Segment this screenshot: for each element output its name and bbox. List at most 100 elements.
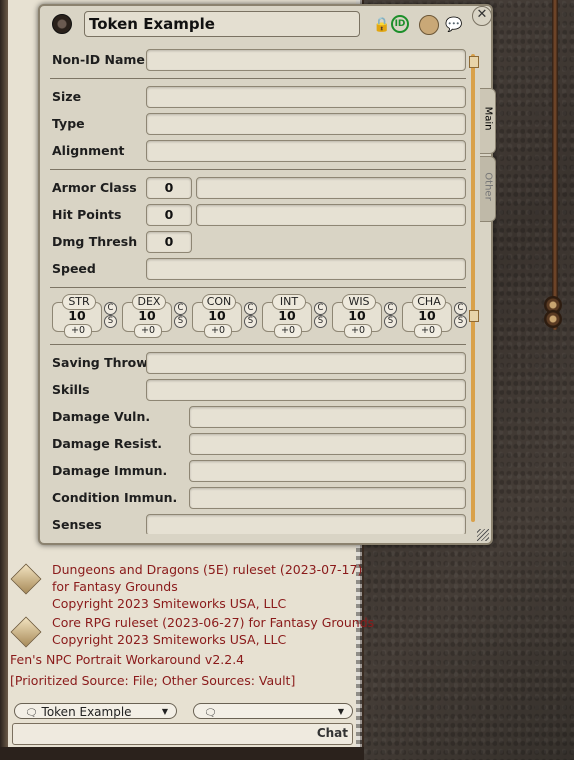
chat-message-text: Dungeons and Dragons (5E) ruleset (2023-… bbox=[52, 561, 362, 612]
armor-class-desc-field[interactable] bbox=[196, 177, 466, 199]
check-button[interactable]: C bbox=[244, 302, 257, 315]
resize-handle[interactable] bbox=[477, 529, 489, 541]
check-button[interactable]: C bbox=[174, 302, 187, 315]
ability-score[interactable]: 10 bbox=[402, 308, 452, 323]
size-field[interactable] bbox=[146, 86, 466, 108]
npc-sheet-window: Token Example 🔒 ID 💬 ✕ Non-ID Name Size … bbox=[38, 4, 496, 545]
damage-immun-label: Damage Immun. bbox=[52, 463, 168, 478]
speech-bubble-icon[interactable]: 💬 bbox=[445, 16, 463, 34]
check-button[interactable]: C bbox=[104, 302, 117, 315]
ability-score[interactable]: 10 bbox=[52, 308, 102, 323]
chat-message: [Prioritized Source: File; Other Sources… bbox=[10, 672, 295, 689]
ability-modifier[interactable]: +0 bbox=[64, 324, 92, 338]
damage-vuln-field[interactable] bbox=[189, 406, 466, 428]
armor-class-value[interactable]: 0 bbox=[146, 177, 192, 199]
npc-name-field[interactable]: Token Example bbox=[84, 11, 360, 37]
damage-immun-field[interactable] bbox=[189, 460, 466, 482]
divider bbox=[50, 169, 466, 170]
divider bbox=[50, 344, 466, 345]
alignment-field[interactable] bbox=[146, 140, 466, 162]
saving-throws-label: Saving Throws bbox=[52, 355, 156, 370]
row-damage-resist: Damage Resist. bbox=[44, 432, 472, 456]
ability-modifier[interactable]: +0 bbox=[344, 324, 372, 338]
armor-class-label: Armor Class bbox=[52, 180, 137, 195]
ability-cha: CHA 10 +0 C S bbox=[402, 294, 472, 338]
portrait-icon[interactable] bbox=[52, 14, 72, 34]
check-button[interactable]: C bbox=[454, 302, 467, 315]
save-button[interactable]: S bbox=[314, 315, 327, 328]
check-button[interactable]: C bbox=[314, 302, 327, 315]
type-field[interactable] bbox=[146, 113, 466, 135]
dice-icon bbox=[10, 563, 42, 595]
condition-immun-label: Condition Immun. bbox=[52, 490, 178, 505]
ability-score[interactable]: 10 bbox=[262, 308, 312, 323]
chat-line: Fen's NPC Portrait Workaround v2.2.4 bbox=[10, 652, 245, 667]
hit-points-value[interactable]: 0 bbox=[146, 204, 192, 226]
ability-con: CON 10 +0 C S bbox=[192, 294, 262, 338]
hit-points-desc-field[interactable] bbox=[196, 204, 466, 226]
save-button[interactable]: S bbox=[384, 315, 397, 328]
speed-field[interactable] bbox=[146, 258, 466, 280]
alignment-label: Alignment bbox=[52, 143, 125, 158]
scrollbar[interactable] bbox=[471, 54, 475, 522]
chevron-down-icon: ▼ bbox=[161, 707, 168, 716]
ability-modifier[interactable]: +0 bbox=[134, 324, 162, 338]
chat-mode-dropdown[interactable]: 🗨 ▼ bbox=[193, 703, 353, 719]
chat-message: Dungeons and Dragons (5E) ruleset (2023-… bbox=[10, 561, 362, 612]
row-saving-throws: Saving Throws bbox=[44, 351, 472, 375]
skills-field[interactable] bbox=[146, 379, 466, 401]
non-id-name-label: Non-ID Name bbox=[52, 52, 145, 67]
chat-line: Dungeons and Dragons (5E) ruleset (2023-… bbox=[52, 562, 363, 577]
senses-field[interactable] bbox=[146, 514, 466, 534]
row-alignment: Alignment bbox=[44, 139, 472, 163]
skills-label: Skills bbox=[52, 382, 90, 397]
save-button[interactable]: S bbox=[244, 315, 257, 328]
lock-icon[interactable]: 🔒 bbox=[373, 16, 391, 34]
ability-dex: DEX 10 +0 C S bbox=[122, 294, 192, 338]
damage-resist-field[interactable] bbox=[189, 433, 466, 455]
identity-dropdown[interactable]: 🗨 Token Example ▼ bbox=[14, 703, 177, 719]
senses-label: Senses bbox=[52, 517, 102, 532]
tab-other[interactable]: Other bbox=[480, 156, 496, 222]
divider bbox=[50, 287, 466, 288]
condition-immun-field[interactable] bbox=[189, 487, 466, 509]
sheet-titlebar: Token Example 🔒 ID 💬 ✕ bbox=[40, 6, 492, 42]
token-icon[interactable] bbox=[419, 15, 439, 35]
save-button[interactable]: S bbox=[174, 315, 187, 328]
chat-send-button[interactable]: Chat bbox=[317, 726, 348, 740]
ability-modifier[interactable]: +0 bbox=[414, 324, 442, 338]
ability-modifier[interactable]: +0 bbox=[204, 324, 232, 338]
type-label: Type bbox=[52, 116, 85, 131]
saving-throws-field[interactable] bbox=[146, 352, 466, 374]
scrollbar-top-cap[interactable] bbox=[469, 56, 479, 68]
tab-main-label: Main bbox=[482, 106, 494, 131]
ability-score[interactable]: 10 bbox=[192, 308, 242, 323]
chat-line: Copyright 2023 Smiteworks USA, LLC bbox=[52, 596, 287, 611]
row-non-id-name: Non-ID Name bbox=[44, 48, 472, 72]
divider bbox=[50, 78, 466, 79]
row-armor-class: Armor Class 0 bbox=[44, 176, 472, 200]
non-id-name-field[interactable] bbox=[146, 49, 466, 71]
row-size: Size bbox=[44, 85, 472, 109]
row-condition-immun: Condition Immun. bbox=[44, 486, 472, 510]
tab-main[interactable]: Main bbox=[480, 88, 496, 154]
id-icon[interactable]: ID bbox=[391, 15, 409, 33]
save-button[interactable]: S bbox=[454, 315, 467, 328]
close-icon[interactable]: ✕ bbox=[472, 6, 492, 26]
frame-knob bbox=[544, 310, 562, 328]
ability-score[interactable]: 10 bbox=[332, 308, 382, 323]
chat-input[interactable]: Chat bbox=[12, 723, 353, 745]
chat-line: for Fantasy Grounds bbox=[52, 579, 178, 594]
dmg-thresh-value[interactable]: 0 bbox=[146, 231, 192, 253]
scrollbar-thumb[interactable] bbox=[469, 310, 479, 322]
ability-score[interactable]: 10 bbox=[122, 308, 172, 323]
chat-bubble-icon: 🗨 bbox=[25, 708, 38, 719]
size-label: Size bbox=[52, 89, 82, 104]
check-button[interactable]: C bbox=[384, 302, 397, 315]
dice-icon bbox=[10, 616, 42, 648]
save-button[interactable]: S bbox=[104, 315, 117, 328]
ability-modifier[interactable]: +0 bbox=[274, 324, 302, 338]
chevron-down-icon: ▼ bbox=[337, 707, 344, 716]
tab-other-label: Other bbox=[482, 172, 494, 201]
chat-bubble-icon: 🗨 bbox=[204, 708, 217, 719]
